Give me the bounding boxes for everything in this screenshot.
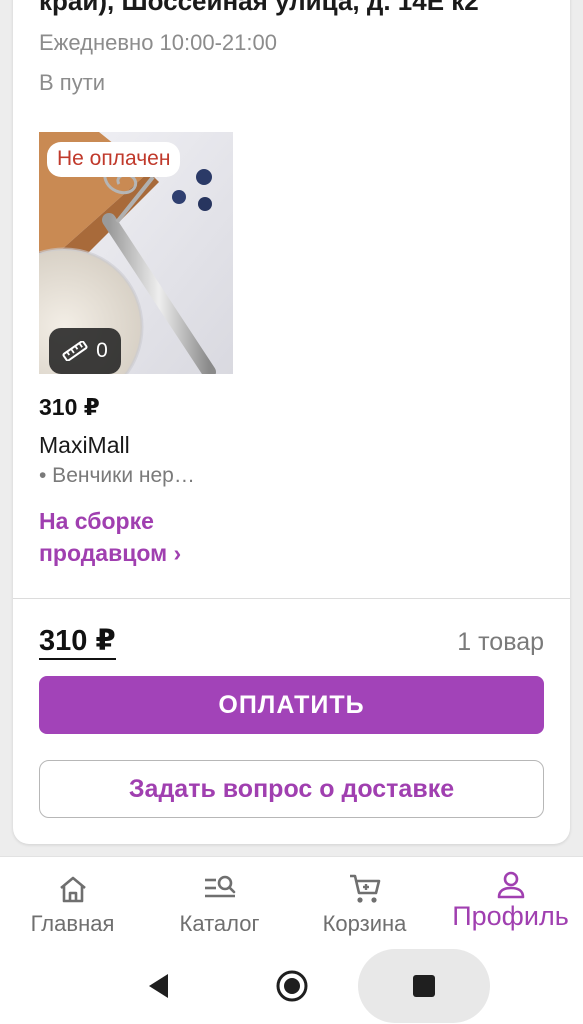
nav-label-cart: Корзина	[322, 911, 407, 936]
assembly-status-link[interactable]: На сборке продавцом ›	[39, 505, 259, 569]
order-total: 310 ₽	[39, 625, 116, 660]
home-circle-icon	[276, 970, 308, 1002]
nav-item-home[interactable]: Главная	[0, 857, 145, 949]
nav-item-cart[interactable]: Корзина	[292, 857, 437, 949]
nav-label-home: Главная	[30, 911, 115, 936]
pay-button[interactable]: ОПЛАТИТЬ	[39, 676, 544, 734]
cart-icon	[349, 874, 380, 903]
bottom-nav: Главная Каталог Корзина Профиль	[0, 856, 583, 948]
catalog-search-icon	[204, 875, 235, 898]
product-name: • Венчики нер…	[39, 464, 195, 487]
system-nav-bar	[0, 948, 583, 1024]
order-card: край), Шоссейная улица, д. 14Е к2 Ежедне…	[13, 0, 570, 844]
ruler-icon	[62, 341, 88, 361]
system-home-button[interactable]	[270, 962, 314, 1010]
profile-icon	[497, 871, 524, 899]
system-back-button[interactable]	[136, 962, 180, 1010]
order-status: В пути	[39, 70, 106, 95]
recent-square-icon	[413, 975, 435, 997]
size-count: 0	[96, 339, 108, 362]
delivery-question-button[interactable]: Задать вопрос о доставке	[39, 760, 544, 818]
unpaid-badge: Не оплачен	[47, 142, 181, 177]
item-count: 1 товар	[457, 628, 544, 656]
size-badge[interactable]: 0	[49, 328, 121, 374]
system-recent-apps-button[interactable]	[358, 949, 490, 1023]
nav-label-catalog: Каталог	[179, 911, 260, 936]
pickup-hours: Ежедневно 10:00-21:00	[39, 30, 277, 55]
divider	[13, 598, 570, 599]
product-image[interactable]: Не оплачен 0	[39, 132, 233, 374]
nav-item-catalog[interactable]: Каталог	[147, 857, 292, 949]
product-price: 310 ₽	[39, 394, 100, 420]
nav-item-profile[interactable]: Профиль	[438, 857, 583, 949]
home-icon	[59, 876, 86, 903]
pickup-address: край), Шоссейная улица, д. 14Е к2	[39, 0, 479, 16]
seller-name: MaxiMall	[39, 432, 130, 458]
back-triangle-icon	[149, 974, 168, 998]
nav-label-profile: Профиль	[452, 901, 569, 931]
